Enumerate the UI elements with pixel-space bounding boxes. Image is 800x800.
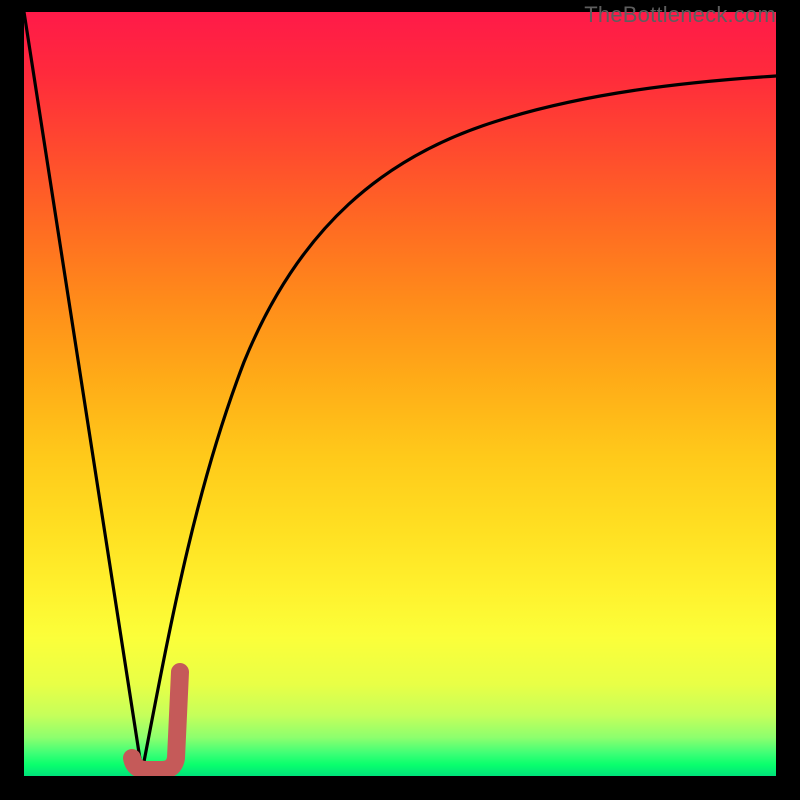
left-branch bbox=[24, 12, 142, 772]
marker-hook bbox=[132, 672, 180, 770]
attribution-text: TheBottleneck.com bbox=[584, 2, 776, 28]
chart-frame: TheBottleneck.com bbox=[0, 0, 800, 800]
curves-svg bbox=[24, 12, 776, 776]
plot-area bbox=[24, 12, 776, 776]
right-branch bbox=[142, 76, 776, 772]
